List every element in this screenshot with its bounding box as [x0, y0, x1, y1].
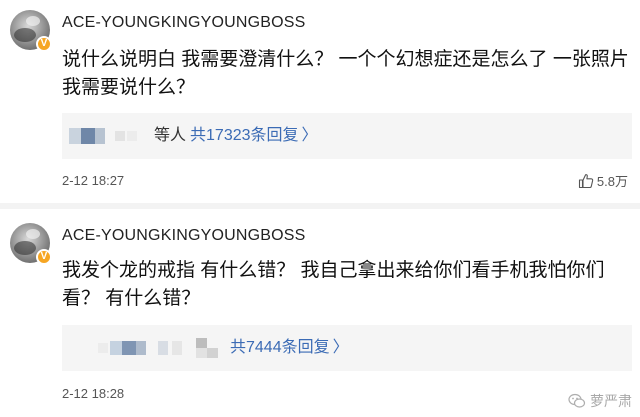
chevron-right-icon: 〉: [332, 339, 349, 356]
verified-badge-icon: V: [36, 36, 52, 52]
reply-by-label: 等人: [154, 127, 187, 144]
comment-card: V ACE-YOUNGKINGYOUNGBOSS 我发个龙的戒指 有什么错？ 我…: [0, 209, 640, 417]
comment-text: 说什么说明白 我需要澄清什么？ 一个个幻想症还是怎么了 一张照片我需要说什么？: [62, 49, 629, 98]
reply-count-link[interactable]: 共7444条回复: [230, 339, 330, 356]
reply-preview[interactable]: 共7444条回复 〉: [62, 325, 632, 371]
username[interactable]: ACE-YOUNGKINGYOUNGBOSS: [62, 14, 306, 32]
chevron-right-icon: 〉: [301, 127, 318, 144]
reply-summary[interactable]: 共7444条回复 〉: [230, 337, 349, 359]
verified-badge-icon: V: [36, 249, 52, 265]
wechat-icon: [568, 393, 586, 408]
blurred-names: [98, 338, 222, 358]
comment-text: 我发个龙的戒指 有什么错？ 我自己拿出来给你们看手机我怕你们看？ 有什么错？: [62, 260, 605, 309]
watermark-text: 萝严肃: [590, 393, 632, 409]
blurred-names: [69, 128, 139, 144]
watermark: 萝严肃: [568, 389, 632, 413]
username[interactable]: ACE-YOUNGKINGYOUNGBOSS: [62, 227, 306, 245]
like-count: 5.8万: [596, 174, 628, 189]
thumbs-up-icon: [578, 174, 594, 189]
like-button[interactable]: 5.8万: [578, 171, 628, 190]
comment-card: V ACE-YOUNGKINGYOUNGBOSS 说什么说明白 我需要澄清什么？…: [0, 0, 640, 203]
reply-preview[interactable]: 等人 共17323条回复 〉: [62, 113, 632, 159]
reply-summary[interactable]: 等人 共17323条回复 〉: [154, 125, 318, 147]
timestamp: 2-12 18:27: [62, 173, 125, 188]
reply-count-link[interactable]: 共17323条回复: [190, 127, 299, 144]
timestamp: 2-12 18:28: [62, 386, 125, 401]
